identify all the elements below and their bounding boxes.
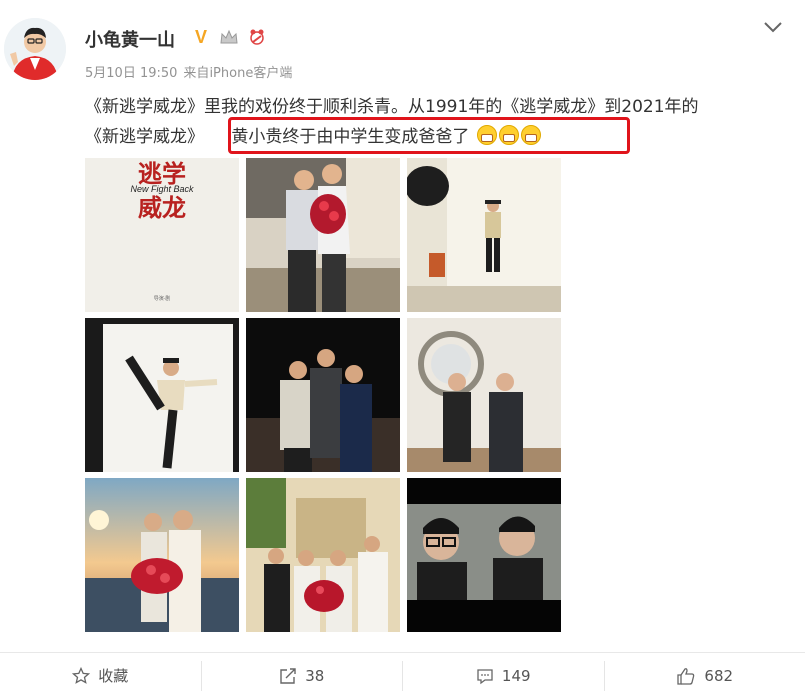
- user-avatar[interactable]: [4, 18, 66, 80]
- comment-count: 149: [501, 666, 531, 685]
- photo-group-flowers[interactable]: [246, 478, 400, 632]
- weibo-post-card: 小龟黄一山 V 5月10日 19:50 来自 iPhone客户端 《新逃学威龙》…: [0, 0, 805, 698]
- star-icon: [72, 666, 91, 684]
- photo-night-group[interactable]: [246, 318, 400, 472]
- photo-studio-uniform[interactable]: [407, 158, 561, 312]
- username-link[interactable]: 小龟黄一山: [85, 26, 175, 52]
- like-button[interactable]: 682: [605, 661, 805, 691]
- verified-v-icon[interactable]: V: [190, 26, 212, 48]
- photo-film-still[interactable]: [407, 478, 561, 632]
- favorite-button[interactable]: 收藏: [0, 661, 201, 691]
- like-count: 682: [704, 666, 734, 685]
- action-bar: 收藏 38 149 682: [0, 652, 805, 698]
- bear-icon[interactable]: [246, 26, 268, 48]
- poster-title2-text: 威龙: [138, 193, 186, 222]
- comment-button[interactable]: 149: [403, 661, 604, 691]
- post-meta: 5月10日 19:50 来自 iPhone客户端: [85, 62, 292, 81]
- photo-sunset-couple[interactable]: [85, 478, 239, 632]
- repost-button[interactable]: 38: [202, 661, 403, 691]
- poster-hint-text: 导演·剧: [154, 295, 171, 302]
- thumbs-up-icon: [677, 667, 695, 685]
- comment-icon: [477, 668, 493, 684]
- avatar-image: [4, 18, 66, 80]
- photo-two-men-flowers[interactable]: [246, 158, 400, 312]
- photo-grid: 逃学 New Fight Back 威龙 导演·剧: [85, 158, 561, 632]
- post-text-title: 《新逃学威龙》: [85, 127, 204, 147]
- red-highlight-box: [228, 117, 630, 154]
- user-badges: V: [190, 26, 268, 48]
- chevron-down-icon[interactable]: [763, 20, 783, 34]
- repost-count: 38: [305, 666, 325, 685]
- source-device: iPhone客户端: [209, 66, 293, 81]
- photo-kick-pose[interactable]: [85, 318, 239, 472]
- post-date[interactable]: 5月10日 19:50: [85, 62, 177, 81]
- photo-poster[interactable]: 逃学 New Fight Back 威龙 导演·剧: [85, 158, 239, 312]
- share-arrow-icon: [280, 667, 296, 684]
- source-prefix: 来自: [183, 66, 210, 81]
- favorite-label: 收藏: [98, 667, 129, 685]
- photo-mirror-couple[interactable]: [407, 318, 561, 472]
- crown-icon[interactable]: [218, 26, 240, 48]
